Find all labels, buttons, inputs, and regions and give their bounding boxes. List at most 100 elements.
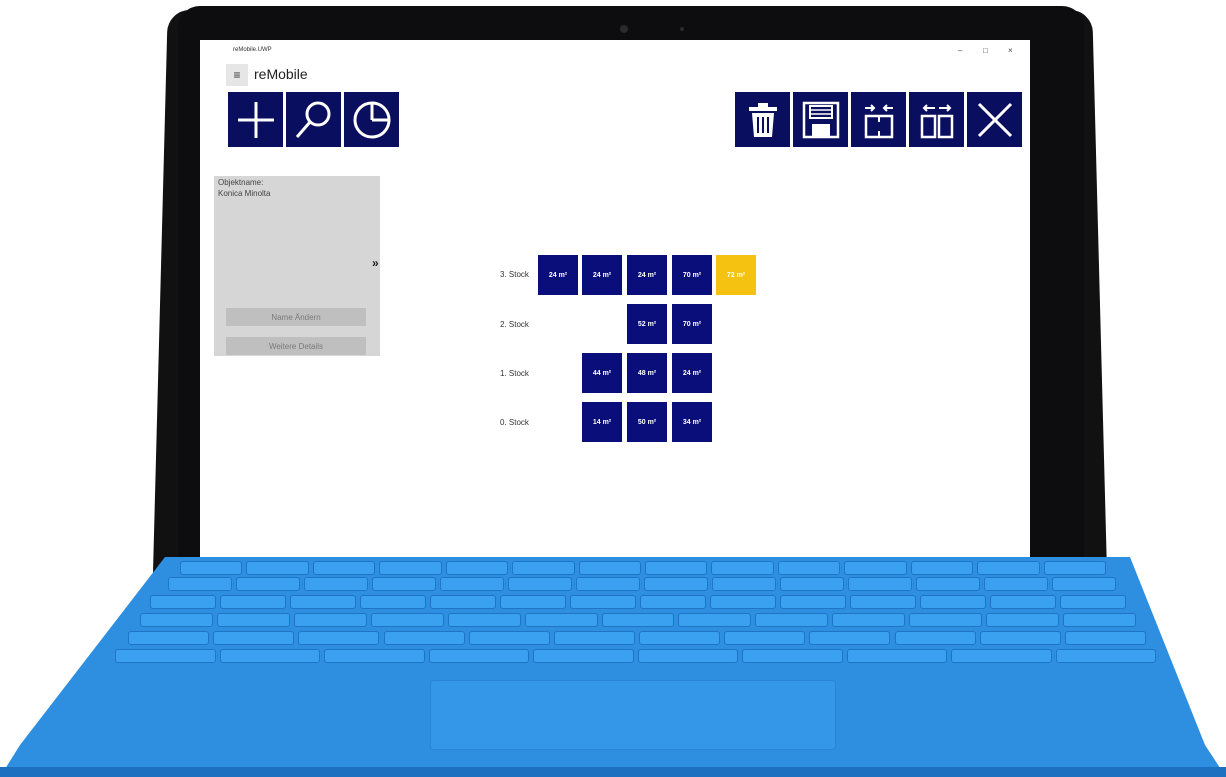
expand-chevron-icon[interactable]: » <box>372 256 379 270</box>
keyboard-key[interactable] <box>724 631 806 645</box>
keyboard-key[interactable] <box>637 649 738 663</box>
keyboard-key[interactable] <box>850 595 916 609</box>
keyboard-key[interactable] <box>508 577 572 591</box>
close-window-button[interactable]: × <box>1008 46 1013 55</box>
keyboard-key[interactable] <box>644 577 708 591</box>
keyboard-key[interactable] <box>742 649 843 663</box>
keyboard-key[interactable] <box>977 561 1040 575</box>
keyboard-key[interactable] <box>500 595 566 609</box>
keyboard-key[interactable] <box>755 613 829 627</box>
keyboard-key[interactable] <box>601 613 675 627</box>
keyboard-key[interactable] <box>220 595 286 609</box>
keyboard-key[interactable] <box>1060 595 1126 609</box>
unit-tile[interactable]: 52 m² <box>627 304 667 344</box>
keyboard-key[interactable] <box>383 631 465 645</box>
keyboard-key[interactable] <box>298 631 380 645</box>
unit-tile[interactable]: 44 m² <box>582 353 622 393</box>
unit-tile[interactable]: 50 m² <box>627 402 667 442</box>
keyboard-key[interactable] <box>445 561 509 575</box>
keyboard-key[interactable] <box>910 561 974 575</box>
keyboard-key[interactable] <box>219 649 320 663</box>
keyboard-key[interactable] <box>360 595 426 609</box>
keyboard-key[interactable] <box>1055 649 1156 663</box>
keyboard-key[interactable] <box>372 577 436 591</box>
unit-tile-selected[interactable]: 72 m² <box>716 255 756 295</box>
delete-button[interactable] <box>735 92 790 147</box>
keyboard-key[interactable] <box>848 577 912 591</box>
keyboard-key[interactable] <box>832 613 906 627</box>
keyboard-key[interactable] <box>293 613 367 627</box>
keyboard-key[interactable] <box>777 561 841 575</box>
keyboard-key[interactable] <box>553 631 635 645</box>
keyboard-key[interactable] <box>533 649 634 663</box>
keyboard-key[interactable] <box>468 631 550 645</box>
unit-tile[interactable]: 70 m² <box>672 255 712 295</box>
statistics-button[interactable] <box>344 92 399 147</box>
unit-tile[interactable]: 24 m² <box>627 255 667 295</box>
keyboard-key[interactable] <box>216 613 290 627</box>
search-button[interactable] <box>286 92 341 147</box>
unit-tile[interactable]: 24 m² <box>672 353 712 393</box>
keyboard-key[interactable] <box>236 577 300 591</box>
keyboard-key[interactable] <box>150 595 216 609</box>
unit-tile[interactable]: 48 m² <box>627 353 667 393</box>
add-button[interactable] <box>228 92 283 147</box>
keyboard-key[interactable] <box>180 561 243 575</box>
keyboard-key[interactable] <box>678 613 752 627</box>
rename-button[interactable]: Name Ändern <box>226 308 366 326</box>
keyboard-key[interactable] <box>312 561 376 575</box>
keyboard-key[interactable] <box>951 649 1052 663</box>
keyboard-key[interactable] <box>290 595 356 609</box>
keyboard-key[interactable] <box>844 561 907 575</box>
keyboard-key[interactable] <box>639 631 721 645</box>
keyboard-key[interactable] <box>304 577 368 591</box>
keyboard-key[interactable] <box>578 561 641 575</box>
keyboard-key[interactable] <box>140 613 213 627</box>
keyboard-key[interactable] <box>1064 631 1146 645</box>
keyboard-key[interactable] <box>640 595 706 609</box>
keyboard-key[interactable] <box>128 631 210 645</box>
keyboard-key[interactable] <box>909 613 983 627</box>
keyboard-key[interactable] <box>570 595 636 609</box>
keyboard-key[interactable] <box>1043 561 1106 575</box>
keyboard-key[interactable] <box>246 561 309 575</box>
keyboard-key[interactable] <box>379 561 442 575</box>
keyboard-key[interactable] <box>576 577 640 591</box>
keyboard-key[interactable] <box>512 561 575 575</box>
keyboard-key[interactable] <box>846 649 947 663</box>
keyboard-key[interactable] <box>984 577 1048 591</box>
keyboard-key[interactable] <box>1063 613 1136 627</box>
keyboard-key[interactable] <box>986 613 1060 627</box>
keyboard-key[interactable] <box>213 631 295 645</box>
minimize-button[interactable]: – <box>958 46 962 55</box>
unit-tile[interactable]: 24 m² <box>582 255 622 295</box>
keyboard-key[interactable] <box>430 595 496 609</box>
unit-tile[interactable]: 70 m² <box>672 304 712 344</box>
details-button[interactable]: Weitere Details <box>226 337 366 355</box>
unit-tile[interactable]: 24 m² <box>538 255 578 295</box>
keyboard-key[interactable] <box>710 595 776 609</box>
close-button[interactable] <box>967 92 1022 147</box>
keyboard-key[interactable] <box>712 577 776 591</box>
maximize-button[interactable]: □ <box>983 46 988 55</box>
keyboard-key[interactable] <box>168 577 232 591</box>
keyboard-key[interactable] <box>115 649 216 663</box>
keyboard-key[interactable] <box>979 631 1061 645</box>
keyboard-key[interactable] <box>447 613 521 627</box>
keyboard-key[interactable] <box>809 631 891 645</box>
keyboard-key[interactable] <box>780 595 846 609</box>
save-button[interactable] <box>793 92 848 147</box>
keyboard-key[interactable] <box>894 631 976 645</box>
unit-tile[interactable]: 14 m² <box>582 402 622 442</box>
keyboard-key[interactable] <box>780 577 844 591</box>
keyboard-key[interactable] <box>324 649 425 663</box>
merge-button[interactable] <box>851 92 906 147</box>
keyboard-key[interactable] <box>990 595 1056 609</box>
keyboard-key[interactable] <box>428 649 529 663</box>
keyboard-key[interactable] <box>916 577 980 591</box>
split-button[interactable] <box>909 92 964 147</box>
keyboard-key[interactable] <box>711 561 774 575</box>
unit-tile[interactable]: 34 m² <box>672 402 712 442</box>
keyboard-key[interactable] <box>440 577 504 591</box>
trackpad[interactable] <box>430 680 836 750</box>
